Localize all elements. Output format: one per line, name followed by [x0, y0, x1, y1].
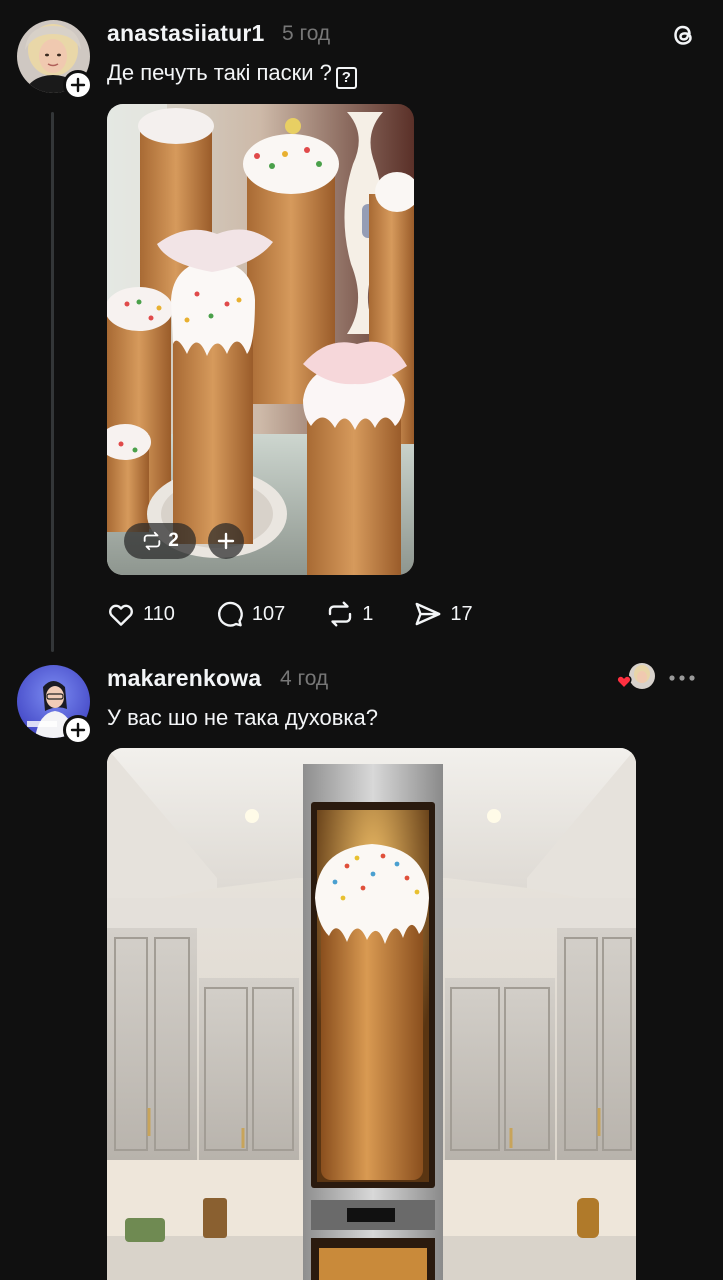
plus-icon — [217, 532, 235, 550]
repost-icon — [329, 601, 352, 627]
username[interactable]: anastasiiatur1 — [107, 20, 265, 47]
follow-plus-button[interactable] — [63, 715, 93, 745]
repost-icon — [143, 531, 161, 551]
post-time: 4 год — [280, 667, 329, 690]
like-button[interactable]: 110 — [106, 599, 175, 629]
post-time: 5 год — [282, 22, 331, 45]
threads-logo-icon[interactable] — [668, 20, 698, 55]
post-text: У вас шо не така духовка? — [107, 705, 378, 730]
post-image-oven[interactable] — [107, 748, 636, 1280]
follow-plus-button[interactable] — [63, 70, 93, 100]
thread-line — [51, 112, 54, 652]
share-count: 17 — [450, 602, 473, 625]
plus-icon — [70, 722, 86, 738]
media-repost-count: 2 — [168, 530, 179, 551]
comment-button[interactable]: 107 — [215, 599, 285, 629]
post-text: Де печуть такі паски ?? — [107, 60, 357, 89]
liked-by-author-indicator — [614, 662, 658, 692]
more-icon — [669, 675, 695, 681]
comment-icon — [217, 601, 243, 627]
media-repost-button[interactable]: 2 — [124, 523, 196, 559]
question-emoji: ? — [335, 67, 357, 89]
more-options-button[interactable] — [668, 668, 696, 693]
comment-count: 107 — [251, 602, 286, 625]
repost-count: 1 — [362, 602, 374, 625]
send-icon — [415, 602, 441, 626]
post-image-paskas[interactable]: 2 — [107, 104, 414, 575]
liked-by-author-icon — [616, 663, 655, 690]
post-actions: 110 107 1 17 — [106, 596, 513, 632]
post-text-content: Де печуть такі паски ? — [107, 60, 332, 85]
plus-icon — [70, 77, 86, 93]
repost-button[interactable]: 1 — [325, 599, 373, 629]
share-button[interactable]: 17 — [413, 599, 473, 629]
media-add-button[interactable] — [208, 523, 244, 559]
heart-icon — [109, 604, 133, 626]
username[interactable]: makarenkowa — [107, 665, 261, 692]
like-count: 110 — [143, 602, 175, 625]
